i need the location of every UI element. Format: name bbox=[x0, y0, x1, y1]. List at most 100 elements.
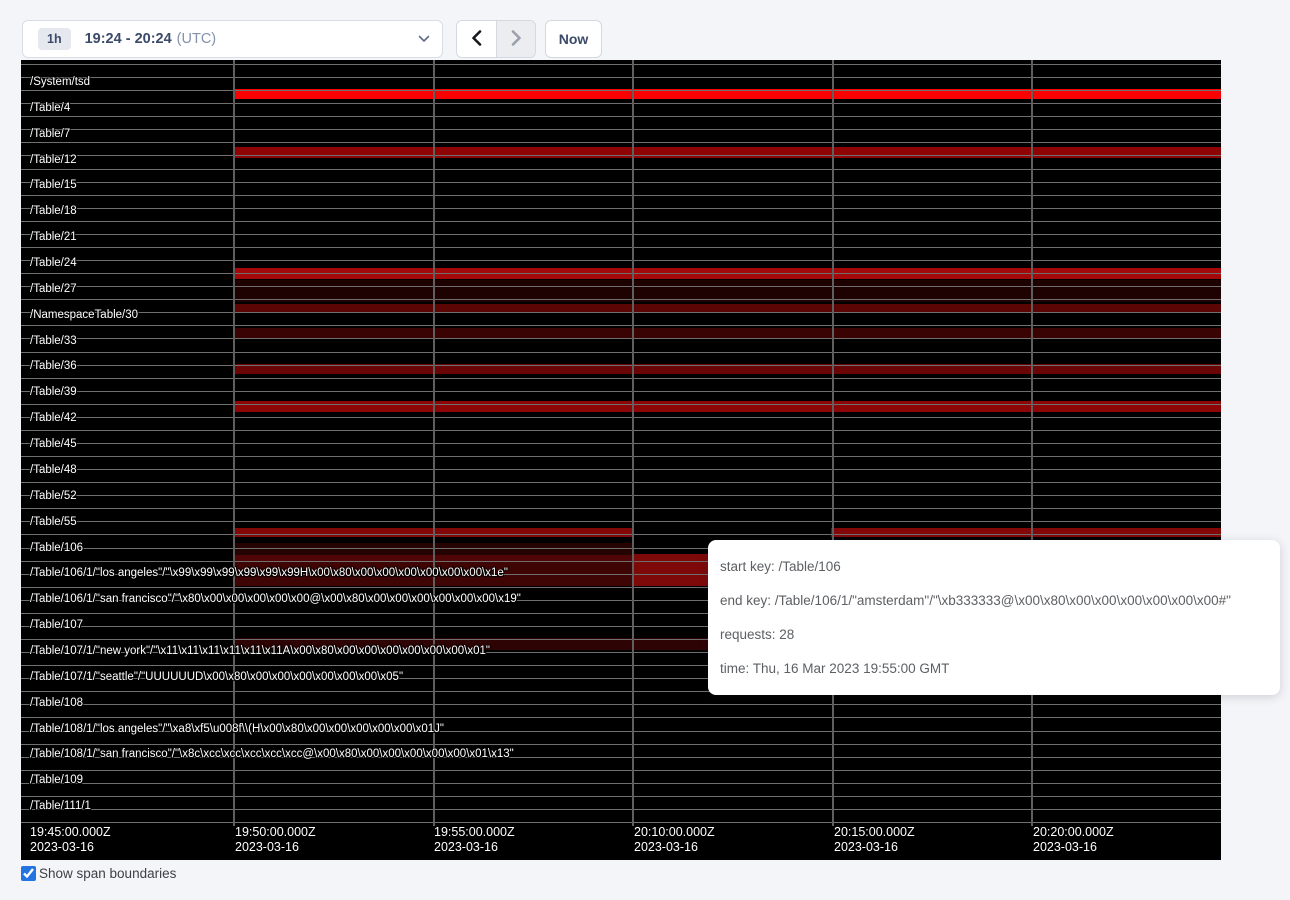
heat-band bbox=[233, 401, 1221, 412]
time-axis-tick-date: 2023-03-16 bbox=[834, 840, 915, 855]
time-axis-tick-date: 2023-03-16 bbox=[235, 840, 316, 855]
span-label: /Table/108/1/"san francisco"/"\x8c\xcc\x… bbox=[30, 748, 514, 760]
span-boundary-line bbox=[21, 717, 1221, 718]
show-span-boundaries-checkbox[interactable] bbox=[21, 866, 36, 881]
time-axis-tick-date: 2023-03-16 bbox=[434, 840, 515, 855]
span-label: /Table/7 bbox=[30, 128, 70, 140]
span-label: /Table/109 bbox=[30, 774, 83, 786]
span-boundary-line bbox=[21, 77, 1221, 78]
span-label: /Table/15 bbox=[30, 179, 77, 191]
span-boundary-line bbox=[21, 338, 1221, 339]
time-gridline bbox=[632, 60, 634, 826]
span-label: /Table/33 bbox=[30, 335, 77, 347]
prev-window-button[interactable] bbox=[457, 21, 496, 57]
time-axis-tick-date: 2023-03-16 bbox=[1033, 840, 1114, 855]
span-boundary-line bbox=[21, 404, 1221, 405]
key-visualizer-canvas[interactable]: /System/tsd/Table/4/Table/7/Table/12/Tab… bbox=[21, 60, 1221, 860]
span-boundary-line bbox=[21, 796, 1221, 797]
span-boundary-line bbox=[21, 809, 1221, 810]
span-boundary-line bbox=[21, 169, 1221, 170]
time-gridline bbox=[233, 60, 235, 826]
span-boundary-line bbox=[21, 770, 1221, 771]
span-boundary-line bbox=[21, 90, 1221, 91]
span-boundary-line bbox=[21, 142, 1221, 143]
span-label: /Table/107/1/"seattle"/"UUUUUUD\x00\x80\… bbox=[30, 671, 403, 683]
span-label: /Table/106/1/"san francisco"/"\x80\x00\x… bbox=[30, 593, 521, 605]
heat-band bbox=[831, 528, 1221, 537]
span-label: /Table/45 bbox=[30, 438, 77, 450]
show-span-boundaries-control[interactable]: Show span boundaries bbox=[21, 866, 176, 881]
time-gridline bbox=[1031, 60, 1033, 826]
span-label: /Table/106/1/"los angeles"/"\x99\x99\x99… bbox=[30, 567, 508, 579]
span-label: /Table/107/1/"new york"/"\x11\x11\x11\x1… bbox=[30, 645, 490, 657]
span-label: /Table/39 bbox=[30, 386, 77, 398]
span-boundary-line bbox=[21, 325, 1221, 326]
tooltip-line: requests: 28 bbox=[720, 618, 1280, 652]
span-boundary-line bbox=[21, 260, 1221, 261]
time-gridline bbox=[433, 60, 435, 826]
time-range-label: 19:24 - 20:24 bbox=[85, 31, 172, 47]
span-boundary-line bbox=[21, 129, 1221, 130]
span-boundary-line bbox=[21, 182, 1221, 183]
next-window-button[interactable] bbox=[496, 21, 535, 57]
span-boundary-line bbox=[21, 482, 1221, 483]
chevron-left-icon bbox=[471, 30, 482, 49]
span-boundary-line bbox=[21, 456, 1221, 457]
span-boundary-line bbox=[21, 443, 1221, 444]
span-label: /Table/108 bbox=[30, 697, 83, 709]
span-boundary-line bbox=[21, 534, 1221, 535]
time-range-selector[interactable]: 1h 19:24 - 20:24 (UTC) bbox=[22, 20, 443, 58]
span-boundary-line bbox=[21, 391, 1221, 392]
hover-tooltip: start key: /Table/106end key: /Table/106… bbox=[708, 540, 1280, 695]
chevron-right-icon bbox=[511, 30, 522, 49]
span-label: /Table/106 bbox=[30, 542, 83, 554]
time-axis-tick: 19:45:00.000Z2023-03-16 bbox=[30, 825, 111, 855]
span-boundary-line bbox=[21, 508, 1221, 509]
span-boundary-line bbox=[21, 247, 1221, 248]
now-button[interactable]: Now bbox=[545, 20, 602, 58]
span-label: /Table/18 bbox=[30, 205, 77, 217]
tooltip-line: end key: /Table/106/1/"amsterdam"/"\xb33… bbox=[720, 584, 1280, 618]
span-boundary-line bbox=[21, 822, 1221, 823]
time-axis-tick: 20:15:00.000Z2023-03-16 bbox=[834, 825, 915, 855]
span-label: /Table/27 bbox=[30, 283, 77, 295]
time-axis-tick: 19:55:00.000Z2023-03-16 bbox=[434, 825, 515, 855]
chevron-down-icon bbox=[418, 30, 430, 48]
duration-badge: 1h bbox=[38, 28, 71, 50]
span-boundary-line bbox=[21, 116, 1221, 117]
span-boundary-line bbox=[21, 744, 1221, 745]
span-boundary-line bbox=[21, 221, 1221, 222]
span-boundary-line bbox=[21, 286, 1221, 287]
show-span-boundaries-label: Show span boundaries bbox=[39, 866, 176, 881]
span-label: /Table/108/1/"los angeles"/"\xa8\xf5\u00… bbox=[30, 723, 444, 735]
span-boundary-line bbox=[21, 208, 1221, 209]
span-boundary-line bbox=[21, 155, 1221, 156]
span-boundary-line bbox=[21, 299, 1221, 300]
span-boundary-line bbox=[21, 430, 1221, 431]
span-boundary-line bbox=[21, 365, 1221, 366]
span-boundary-line bbox=[21, 352, 1221, 353]
time-axis-tick: 20:20:00.000Z2023-03-16 bbox=[1033, 825, 1114, 855]
tooltip-line: time: Thu, 16 Mar 2023 19:55:00 GMT bbox=[720, 652, 1280, 686]
time-gridline bbox=[832, 60, 834, 826]
time-axis-tick-date: 2023-03-16 bbox=[30, 840, 111, 855]
time-axis-tick: 19:50:00.000Z2023-03-16 bbox=[235, 825, 316, 855]
span-label: /NamespaceTable/30 bbox=[30, 309, 138, 321]
span-boundary-line bbox=[21, 469, 1221, 470]
key-visualizer-page: 1h 19:24 - 20:24 (UTC) Now /System/tsd/T… bbox=[0, 0, 1290, 900]
span-label: /Table/36 bbox=[30, 360, 77, 372]
span-label: /Table/107 bbox=[30, 619, 83, 631]
time-axis-tick-date: 2023-03-16 bbox=[634, 840, 715, 855]
tooltip-line: start key: /Table/106 bbox=[720, 550, 1280, 584]
span-label: /Table/42 bbox=[30, 412, 77, 424]
span-label: /System/tsd bbox=[30, 76, 90, 88]
span-boundary-line bbox=[21, 417, 1221, 418]
time-nav-group bbox=[456, 20, 536, 58]
span-boundary-line bbox=[21, 103, 1221, 104]
span-boundary-line bbox=[21, 234, 1221, 235]
timezone-label: (UTC) bbox=[177, 31, 216, 47]
span-label: /Table/24 bbox=[30, 257, 77, 269]
heat-band bbox=[233, 328, 1221, 338]
span-label: /Table/48 bbox=[30, 464, 77, 476]
time-axis-tick: 20:10:00.000Z2023-03-16 bbox=[634, 825, 715, 855]
